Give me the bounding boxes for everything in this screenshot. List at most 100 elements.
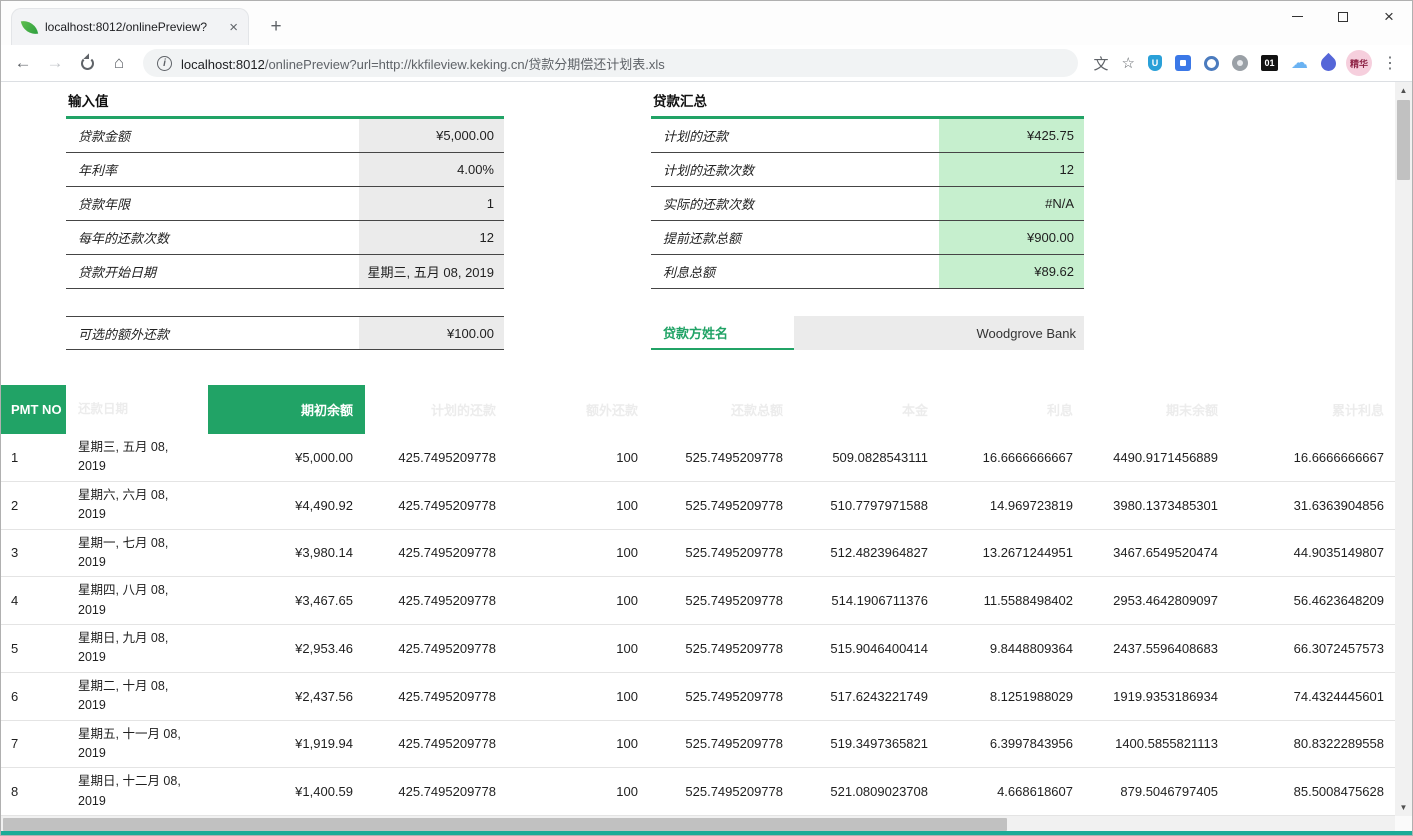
circle-extension-icon[interactable] [1204, 56, 1219, 71]
cell-total: 525.7495209778 [650, 732, 795, 755]
extra-payment-label: 可选的额外还款 [66, 317, 359, 349]
input-row: 贷款金额 ¥5,000.00 [66, 119, 504, 153]
url-path: /onlinePreview?url=http://kkfileview.kek… [265, 57, 665, 72]
cell-interest: 13.2671244951 [940, 541, 1085, 564]
cell-balance: ¥2,437.56 [208, 685, 365, 708]
cell-extra: 100 [508, 589, 650, 612]
cell-pmt-no: 7 [1, 732, 66, 755]
summary-value: 12 [939, 153, 1084, 186]
back-button[interactable]: ← [9, 49, 37, 77]
summary-row: 计划的还款 ¥425.75 [651, 119, 1084, 153]
input-row: 年利率 4.00% [66, 153, 504, 187]
cell-interest: 6.3997843956 [940, 732, 1085, 755]
maximize-icon [1338, 12, 1348, 22]
gray-extension-icon[interactable] [1232, 55, 1248, 71]
table-row: 7 星期五, 十一月 08, 2019 ¥1,919.94 425.749520… [1, 721, 1395, 769]
cell-scheduled: 425.7495209778 [365, 685, 508, 708]
shield-extension-icon[interactable]: U [1148, 55, 1162, 71]
summary-section: 贷款汇总 计划的还款 ¥425.75 计划的还款次数 12 [651, 88, 1084, 289]
summary-row: 提前还款总额 ¥900.00 [651, 221, 1084, 255]
input-label: 贷款开始日期 [66, 255, 359, 288]
schedule-header-row: PMT NO 还款日期 期初余额 计划的还款 额外还款 还款总额 本金 利息 期… [1, 385, 1395, 434]
summary-row: 利息总额 ¥89.62 [651, 255, 1084, 289]
input-row: 贷款年限 1 [66, 187, 504, 221]
reload-button[interactable] [73, 49, 101, 77]
maximize-button[interactable] [1320, 1, 1366, 32]
cell-total: 525.7495209778 [650, 780, 795, 803]
tab-close-icon[interactable]: × [229, 20, 238, 35]
inputs-section-title: 输入值 [66, 88, 504, 119]
summary-row: 实际的还款次数 #N/A [651, 187, 1084, 221]
bird-extension-icon[interactable] [1318, 52, 1339, 73]
lender-section: 贷款方姓名 Woodgrove Bank [651, 316, 1084, 350]
cell-extra: 100 [508, 494, 650, 517]
cell-interest: 11.5588498402 [940, 589, 1085, 612]
translate-icon[interactable]: 文 [1094, 53, 1109, 74]
vertical-scrollbar[interactable]: ▲ ▼ [1395, 82, 1412, 816]
browser-tab[interactable]: localhost:8012/onlinePreview? × [11, 8, 249, 45]
cell-scheduled: 425.7495209778 [365, 589, 508, 612]
address-bar[interactable]: i localhost:8012/onlinePreview?url=http:… [143, 49, 1078, 77]
input-row: 贷款开始日期 星期三, 五月 08, 2019 [66, 255, 504, 289]
header-total: 还款总额 [650, 385, 795, 434]
page-info-icon[interactable]: i [157, 56, 172, 71]
cloud-extension-icon[interactable]: ☁ [1291, 53, 1308, 73]
cell-principal: 521.0809023708 [795, 780, 940, 803]
header-extra: 额外还款 [508, 385, 650, 434]
bookmark-star-icon[interactable]: ☆ [1122, 54, 1135, 72]
cell-ending: 1400.5855821113 [1085, 732, 1230, 755]
blue-extension-icon[interactable] [1175, 55, 1191, 71]
cell-balance: ¥3,467.65 [208, 589, 365, 612]
schedule-table: PMT NO 还款日期 期初余额 计划的还款 额外还款 还款总额 本金 利息 期… [1, 385, 1395, 816]
cell-cum-interest: 80.8322289558 [1230, 732, 1395, 755]
cell-ending: 4490.9171456889 [1085, 446, 1230, 469]
cell-scheduled: 425.7495209778 [365, 637, 508, 660]
cell-interest: 8.1251988029 [940, 685, 1085, 708]
cell-total: 525.7495209778 [650, 637, 795, 660]
scroll-up-icon[interactable]: ▲ [1395, 82, 1412, 99]
cell-total: 525.7495209778 [650, 685, 795, 708]
profile-avatar[interactable]: 精华 [1346, 50, 1372, 76]
cell-ending: 3467.6549520474 [1085, 541, 1230, 564]
cell-ending: 1919.9353186934 [1085, 685, 1230, 708]
cell-ending: 3980.1373485301 [1085, 494, 1230, 517]
cell-total: 525.7495209778 [650, 494, 795, 517]
header-interest: 利息 [940, 385, 1085, 434]
cell-principal: 515.9046400414 [795, 637, 940, 660]
window-bottom-edge [1, 831, 1412, 835]
summary-value: #N/A [939, 187, 1084, 220]
input-label: 每年的还款次数 [66, 221, 359, 254]
vertical-scrollbar-thumb[interactable] [1397, 100, 1410, 180]
browser-window: localhost:8012/onlinePreview? × + × ← → … [0, 0, 1413, 836]
cell-cum-interest: 16.6666666667 [1230, 446, 1395, 469]
scroll-down-icon[interactable]: ▼ [1395, 799, 1412, 816]
browser-menu-icon[interactable]: ⋮ [1376, 53, 1404, 73]
cell-balance: ¥3,980.14 [208, 541, 365, 564]
toolbar-extensions-area: 文 ☆ U 01 ☁ [1088, 53, 1342, 74]
schedule-table-body: 1 星期三, 五月 08, 2019 ¥5,000.00 425.7495209… [1, 434, 1395, 816]
cell-interest: 9.8448809364 [940, 637, 1085, 660]
cell-extra: 100 [508, 446, 650, 469]
summary-value: ¥89.62 [939, 255, 1084, 288]
header-scheduled: 计划的还款 [365, 385, 508, 434]
spreadsheet-preview: 输入值 贷款金额 ¥5,000.00 年利率 4.00% [1, 82, 1395, 816]
close-window-button[interactable]: × [1366, 1, 1412, 32]
cell-interest: 14.969723819 [940, 494, 1085, 517]
cell-date: 星期二, 十月 08, 2019 [66, 673, 208, 720]
cell-extra: 100 [508, 780, 650, 803]
input-value: 4.00% [359, 153, 504, 186]
home-button[interactable]: ⌂ [105, 49, 133, 77]
table-row: 1 星期三, 五月 08, 2019 ¥5,000.00 425.7495209… [1, 434, 1395, 482]
minimize-button[interactable] [1274, 1, 1320, 32]
cell-date: 星期日, 十二月 08, 2019 [66, 768, 208, 815]
horizontal-scrollbar-thumb[interactable] [3, 818, 1007, 831]
cell-total: 525.7495209778 [650, 589, 795, 612]
forward-button[interactable]: → [41, 49, 69, 77]
url-text: localhost:8012/onlinePreview?url=http://… [181, 54, 665, 73]
input-value: 星期三, 五月 08, 2019 [359, 255, 504, 288]
new-tab-button[interactable]: + [263, 14, 289, 40]
summary-value: ¥425.75 [939, 119, 1084, 152]
extra-payment-value: ¥100.00 [359, 317, 504, 349]
cell-date: 星期三, 五月 08, 2019 [66, 434, 208, 481]
badge-01-extension-icon[interactable]: 01 [1261, 55, 1278, 71]
